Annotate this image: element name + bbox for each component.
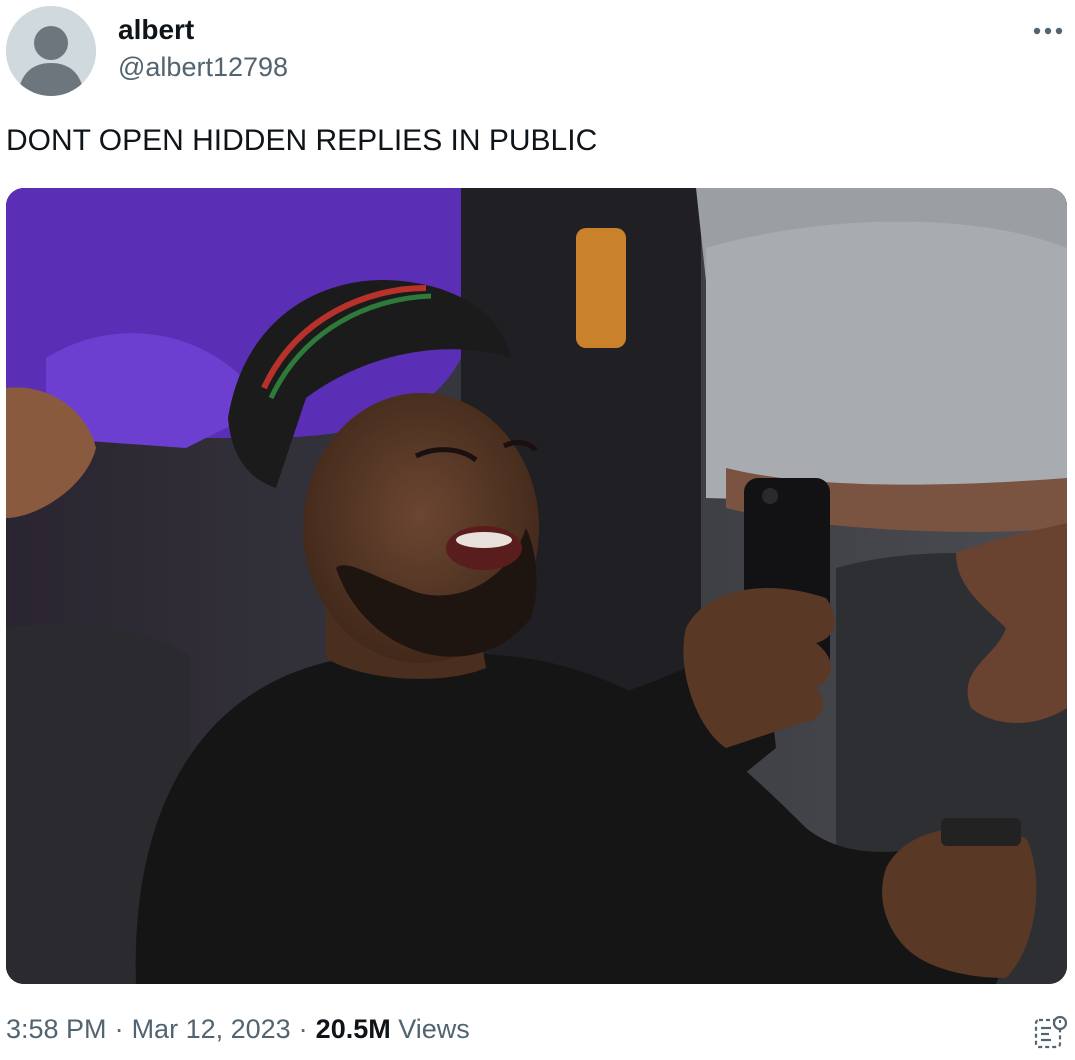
tweet-meta: 3:58 PM · Mar 12, 2023 · 20.5M Views [6,1014,470,1045]
author-handle[interactable]: @albert12798 [118,52,288,83]
meta-separator: · [298,1014,308,1044]
views-label: Views [398,1014,470,1044]
author-name[interactable]: albert [118,14,194,46]
photo-illustration [6,188,1067,984]
default-avatar-icon [6,6,96,96]
tweet-photo[interactable] [6,188,1067,984]
avatar[interactable] [6,6,96,96]
more-button[interactable] [1031,14,1065,48]
more-dots-icon [1033,27,1063,35]
tweet-text: DONT OPEN HIDDEN REPLIES IN PUBLIC [6,124,598,157]
meta-separator: · [114,1014,124,1044]
tweet-time[interactable]: 3:58 PM [6,1014,107,1044]
views-count: 20.5M [315,1014,391,1044]
tweet-date[interactable]: Mar 12, 2023 [132,1014,291,1044]
tweet: albert @albert12798 DONT OPEN HIDDEN REP… [0,0,1075,1060]
analytics-button[interactable] [1033,1014,1069,1050]
analytics-icon [1034,1015,1068,1049]
